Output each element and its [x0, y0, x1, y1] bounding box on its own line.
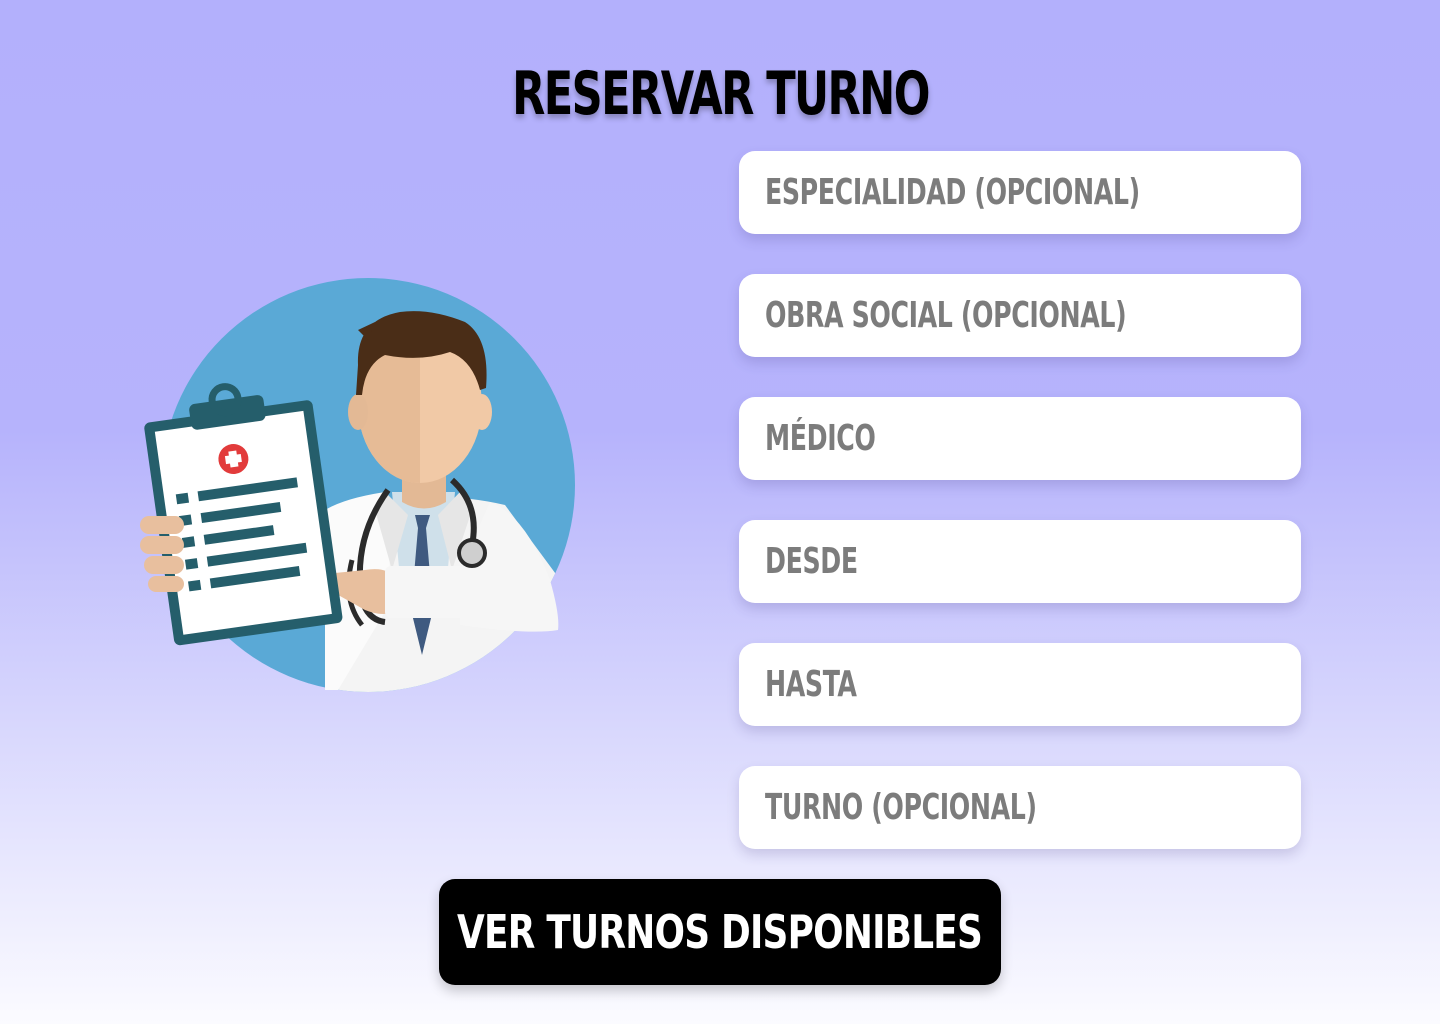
- doctor-icon: [140, 278, 575, 692]
- medico-field[interactable]: MÉDICO: [739, 397, 1301, 480]
- obra-social-placeholder: OBRA SOCIAL (OPCIONAL): [765, 295, 1127, 336]
- desde-placeholder: DESDE: [765, 541, 858, 582]
- turno-field[interactable]: TURNO (OPCIONAL): [739, 766, 1301, 849]
- obra-social-field[interactable]: OBRA SOCIAL (OPCIONAL): [739, 274, 1301, 357]
- ver-turnos-disponibles-label: VER TURNOS DISPONIBLES: [457, 905, 983, 959]
- hasta-field[interactable]: HASTA: [739, 643, 1301, 726]
- doctor-illustration: [130, 270, 590, 700]
- desde-field[interactable]: DESDE: [739, 520, 1301, 603]
- medico-placeholder: MÉDICO: [765, 418, 876, 459]
- turno-placeholder: TURNO (OPCIONAL): [765, 787, 1037, 828]
- especialidad-field[interactable]: ESPECIALIDAD (OPCIONAL): [739, 151, 1301, 234]
- ver-turnos-disponibles-button[interactable]: VER TURNOS DISPONIBLES: [439, 879, 1001, 985]
- hasta-placeholder: HASTA: [765, 664, 857, 705]
- especialidad-placeholder: ESPECIALIDAD (OPCIONAL): [765, 172, 1140, 213]
- page-title: RESERVAR TURNO: [511, 59, 930, 129]
